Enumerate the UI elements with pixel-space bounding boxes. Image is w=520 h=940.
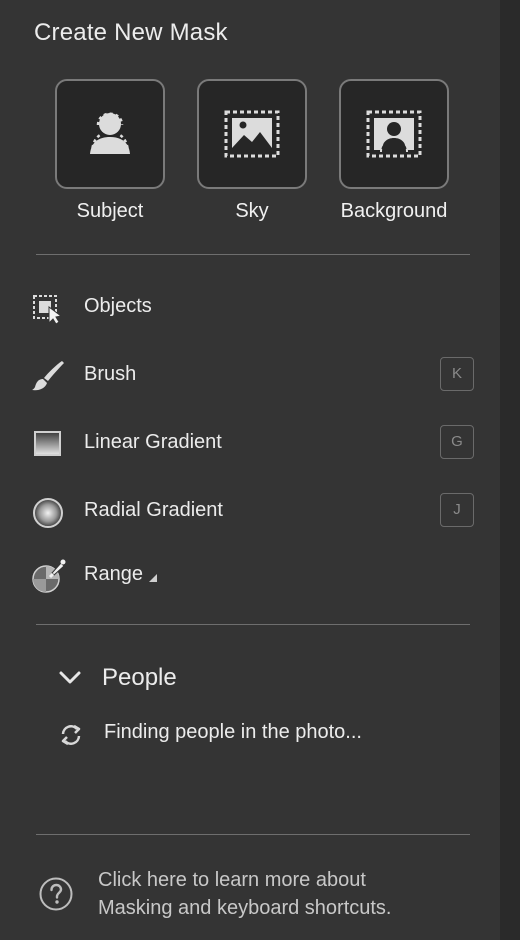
- tool-radial-gradient[interactable]: Radial Gradient J: [30, 489, 474, 533]
- panel-edge: [500, 0, 520, 940]
- tool-linear-gradient[interactable]: Linear Gradient G: [30, 421, 474, 465]
- background-icon: [366, 110, 422, 158]
- tool-label: Objects: [84, 295, 152, 317]
- tool-label: Brush: [84, 363, 137, 385]
- divider: [36, 834, 470, 835]
- tool-objects[interactable]: Objects: [30, 285, 474, 329]
- sky-icon: [224, 110, 280, 158]
- tool-label: Range: [84, 563, 157, 586]
- sky-label: Sky: [235, 200, 269, 222]
- people-section-toggle[interactable]: People: [56, 658, 256, 698]
- help-text-line2: Masking and keyboard shortcuts.: [98, 897, 392, 919]
- radial-gradient-icon: [33, 498, 63, 528]
- objects-icon: [33, 295, 63, 325]
- shortcut-key: G: [440, 425, 474, 459]
- range-label: Range: [84, 563, 143, 585]
- range-icon: [32, 559, 66, 593]
- submenu-caret-icon: [148, 574, 157, 582]
- people-status-text: Finding people in the photo...: [104, 721, 362, 743]
- subject-icon: [90, 112, 130, 155]
- help-icon: [39, 877, 73, 911]
- brush-icon: [32, 361, 64, 391]
- help-text: Click here to learn more about Masking a…: [98, 866, 392, 922]
- subject-mask-button[interactable]: [55, 79, 165, 189]
- help-text-line1: Click here to learn more about: [98, 869, 366, 891]
- masking-panel: Create New Mask Subject Sky Background O…: [0, 0, 500, 940]
- sync-icon: [61, 724, 81, 746]
- shortcut-key: K: [440, 357, 474, 391]
- people-section-title: People: [102, 664, 177, 691]
- help-link[interactable]: Click here to learn more about Masking a…: [36, 862, 476, 926]
- panel-title: Create New Mask: [34, 19, 228, 46]
- people-status: Finding people in the photo...: [56, 716, 476, 752]
- divider: [36, 624, 470, 625]
- linear-gradient-icon: [34, 431, 61, 456]
- background-mask-button[interactable]: [339, 79, 449, 189]
- background-label: Background: [340, 200, 448, 222]
- tool-brush[interactable]: Brush K: [30, 353, 474, 397]
- chevron-down-icon: [59, 671, 81, 684]
- sky-mask-button[interactable]: [197, 79, 307, 189]
- shortcut-key: J: [440, 493, 474, 527]
- tool-range[interactable]: Range: [30, 553, 474, 597]
- tool-label: Linear Gradient: [84, 431, 222, 453]
- tool-label: Radial Gradient: [84, 499, 223, 521]
- divider: [36, 254, 470, 255]
- subject-label: Subject: [76, 200, 144, 222]
